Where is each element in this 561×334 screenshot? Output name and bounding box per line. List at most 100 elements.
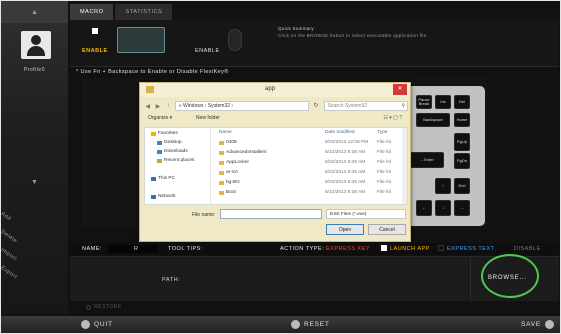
- footer-bar: QUIT RESET SAVE: [1, 316, 560, 333]
- file-row[interactable]: 0409 8/22/2013 12:09 PM File fol: [213, 140, 407, 149]
- file-type-select[interactable]: EXE Files (*.exe): [326, 209, 406, 219]
- mouse-icon[interactable]: [228, 29, 242, 51]
- file-browser: Favorites Desktop Downloads Recent place…: [144, 127, 408, 205]
- add-profile-tab[interactable]: Add: [0, 211, 12, 222]
- folder-icon: [146, 86, 154, 93]
- profile-avatar[interactable]: [21, 31, 51, 59]
- close-button[interactable]: ✕: [393, 84, 407, 95]
- star-icon: [151, 131, 156, 136]
- restore-icon: [86, 304, 91, 310]
- keyboard-icon[interactable]: [117, 27, 165, 53]
- scroll-up-button[interactable]: ▲: [1, 1, 68, 23]
- quick-summary-text: Click on the BROWSE button to select exe…: [278, 33, 429, 38]
- nav-item-network[interactable]: Network: [151, 194, 176, 199]
- del-key[interactable]: Del: [454, 95, 470, 109]
- scroll-down-button[interactable]: ▼: [1, 179, 68, 186]
- folder-icon: [219, 140, 224, 145]
- restore-button[interactable]: RESTORE: [86, 304, 122, 310]
- up-folder-icon[interactable]: ↑: [165, 103, 172, 109]
- backspace-key[interactable]: Backspace: [416, 113, 450, 127]
- downloads-icon: [157, 149, 162, 154]
- search-input[interactable]: Search System32 ⚲: [323, 101, 408, 111]
- file-row[interactable]: Boot 8/22/2013 8:36 AM File fol: [213, 190, 407, 199]
- disable-option[interactable]: DISABLE: [514, 246, 541, 252]
- ins-key[interactable]: Ins: [435, 95, 451, 109]
- left-rail: ▲ Profile0 ▼ Add Delete Import Export: [0, 1, 68, 314]
- power-icon: [81, 320, 90, 329]
- folder-icon: [219, 180, 224, 185]
- export-profile-tab[interactable]: Export: [0, 265, 18, 280]
- file-row[interactable]: AdvancedInstallers 8/22/2013 8:36 AM File …: [213, 150, 407, 159]
- right-arrow-key[interactable]: →: [454, 200, 470, 216]
- path-label: PATH:: [162, 277, 181, 283]
- end-key[interactable]: End: [454, 178, 470, 194]
- enter-key[interactable]: ←Enter: [410, 152, 444, 168]
- folder-icon: [219, 190, 224, 195]
- open-file-dialog: app ✕ ◀ ▶ ↑ « Windows › System32 › ↻ Sea…: [139, 82, 411, 242]
- column-date-modified[interactable]: Date modified: [325, 130, 355, 135]
- profile-label: Profile0: [24, 67, 45, 73]
- quick-summary-title: Quick Summary: [278, 26, 314, 31]
- save-button[interactable]: SAVE: [521, 320, 555, 329]
- express-text-checkbox[interactable]: [438, 245, 444, 251]
- highlight-ring: [481, 254, 539, 298]
- file-row[interactable]: ar-SA 8/22/2013 8:36 AM File fol: [213, 170, 407, 179]
- address-bar[interactable]: « Windows › System32 ›: [174, 101, 309, 111]
- column-type[interactable]: Type: [377, 130, 387, 135]
- down-arrow-key[interactable]: ↓: [435, 200, 451, 216]
- file-name-label: File name:: [192, 212, 216, 218]
- file-row[interactable]: bg-BG 8/22/2013 8:36 AM File fol: [213, 180, 407, 189]
- nav-item-desktop[interactable]: Desktop: [157, 140, 182, 145]
- quit-button[interactable]: QUIT: [81, 320, 113, 329]
- dialog-toolbar: Organize ▾ New folder ☷ ▾ ▢ ?: [144, 115, 408, 125]
- down-arrow-icon: ▼: [31, 179, 38, 186]
- file-row[interactable]: AppLocker 8/22/2013 8:36 AM File fol: [213, 160, 407, 169]
- top-tabs: MACRO STATISTICS: [70, 4, 173, 20]
- express-text-option[interactable]: EXPRESS TEXT: [447, 246, 494, 252]
- recent-places-icon: [157, 158, 162, 163]
- pause-break-key[interactable]: Pause Break: [416, 95, 432, 109]
- up-arrow-key[interactable]: ↑: [435, 178, 451, 194]
- cancel-button[interactable]: Cancel: [368, 224, 406, 235]
- launch-app-checkbox[interactable]: [381, 245, 387, 251]
- folder-icon: [219, 170, 224, 175]
- enable-keyboard-label: ENABLE: [82, 48, 108, 54]
- file-name-input[interactable]: [220, 209, 322, 219]
- action-type-label: ACTION TYPE:: [280, 246, 325, 252]
- dialog-title: app: [265, 86, 276, 92]
- tooltips-label: TOOL TIPS:: [168, 246, 203, 252]
- nav-item-recent-places[interactable]: Recent places: [157, 158, 194, 163]
- launch-app-option[interactable]: LAUNCH APP: [390, 246, 430, 252]
- nav-item-downloads[interactable]: Downloads: [157, 149, 188, 154]
- name-input[interactable]: R: [108, 245, 158, 253]
- file-list-scrollbar[interactable]: [402, 128, 407, 204]
- import-profile-tab[interactable]: Import: [0, 247, 18, 262]
- home-key[interactable]: Home: [454, 113, 470, 127]
- new-folder-button[interactable]: New folder: [196, 115, 220, 121]
- network-icon: [151, 194, 156, 199]
- back-icon[interactable]: ◀: [144, 103, 151, 110]
- pgdn-key[interactable]: PgDn: [454, 153, 470, 169]
- delete-profile-tab[interactable]: Delete: [0, 229, 18, 244]
- express-key-option[interactable]: EXPRESS KEY: [326, 246, 370, 252]
- enable-keyboard-checkbox[interactable]: [92, 28, 98, 34]
- pgup-key[interactable]: PgUp: [454, 133, 470, 151]
- column-name[interactable]: Name: [219, 130, 232, 135]
- tab-macro[interactable]: MACRO: [70, 4, 114, 20]
- flexikey-hint: * Use Fn + Backspace to Enable or Disabl…: [76, 69, 229, 75]
- nav-item-favorites[interactable]: Favorites: [151, 131, 178, 136]
- left-arrow-key[interactable]: ←: [416, 200, 432, 216]
- organize-menu[interactable]: Organize ▾: [148, 115, 172, 121]
- open-button[interactable]: Open: [326, 224, 364, 235]
- refresh-icon[interactable]: ↻: [312, 101, 321, 111]
- forward-icon[interactable]: ▶: [154, 103, 161, 110]
- up-arrow-icon: ▲: [31, 8, 38, 16]
- dialog-navbar: ◀ ▶ ↑ « Windows › System32 › ↻ Search Sy…: [144, 100, 408, 112]
- computer-icon: [151, 176, 156, 181]
- tab-statistics[interactable]: STATISTICS: [115, 4, 173, 20]
- view-options-icon[interactable]: ☷ ▾ ▢ ?: [383, 115, 402, 121]
- nav-item-this-pc[interactable]: This PC: [151, 176, 175, 181]
- enable-mouse-label: ENABLE: [195, 48, 220, 54]
- reset-button[interactable]: RESET: [291, 320, 330, 329]
- divider: [470, 257, 471, 302]
